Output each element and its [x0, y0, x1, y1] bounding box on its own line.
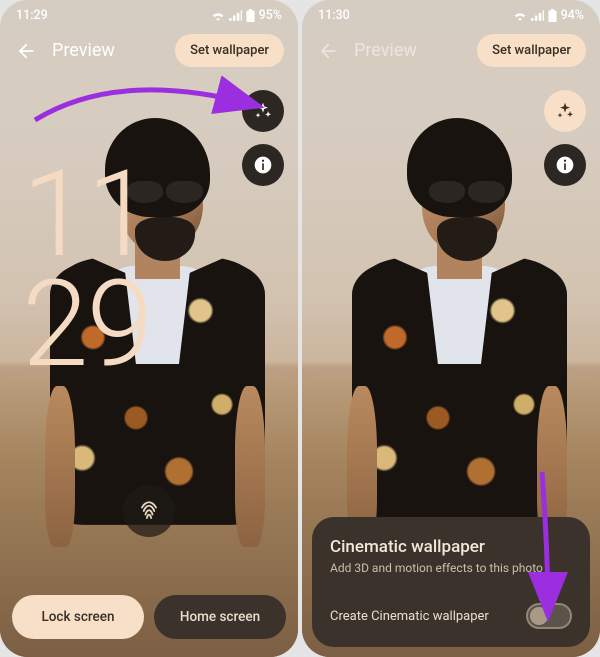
status-bar: 11:30 94% [302, 0, 600, 30]
battery-percent: 94% [561, 8, 584, 23]
back-button[interactable] [14, 39, 38, 63]
status-bar: 11:29 95% [0, 0, 298, 30]
sparkle-icon [555, 101, 575, 121]
status-time: 11:30 [318, 8, 350, 23]
sheet-subtitle: Add 3D and motion effects to this photo [330, 561, 572, 575]
clock-hours: 11 [22, 160, 151, 270]
cinematic-toggle[interactable] [526, 603, 572, 629]
action-column [242, 90, 284, 186]
signal-icon [229, 10, 242, 21]
fingerprint-icon [135, 497, 163, 525]
set-wallpaper-button[interactable]: Set wallpaper [477, 34, 586, 67]
battery-icon [246, 9, 255, 22]
status-time: 11:29 [16, 8, 48, 23]
tab-lock-screen[interactable]: Lock screen [12, 595, 144, 639]
wifi-icon [513, 10, 527, 21]
battery-percent: 95% [259, 8, 282, 23]
toggle-label: Create Cinematic wallpaper [330, 609, 489, 624]
battery-icon [548, 9, 557, 22]
screenshot-right: 11:30 94% Preview Set wallpaper Cinemati… [302, 0, 600, 657]
info-icon [555, 155, 575, 175]
sheet-title: Cinematic wallpaper [330, 537, 572, 557]
header: Preview Set wallpaper [0, 34, 298, 67]
info-button[interactable] [242, 144, 284, 186]
sparkle-icon [253, 101, 273, 121]
cinematic-sheet: Cinematic wallpaper Add 3D and motion ef… [312, 517, 590, 647]
header: Preview Set wallpaper [302, 34, 600, 67]
effects-button[interactable] [544, 90, 586, 132]
page-title: Preview [52, 40, 161, 61]
wifi-icon [211, 10, 225, 21]
back-arrow-icon [15, 40, 37, 62]
back-arrow-icon [317, 40, 339, 62]
fingerprint-button[interactable] [123, 485, 175, 537]
toggle-knob [530, 607, 548, 625]
info-button[interactable] [544, 144, 586, 186]
clock-minutes: 29 [22, 270, 151, 380]
info-icon [253, 155, 273, 175]
page-title: Preview [354, 40, 463, 61]
action-column [544, 90, 586, 186]
effects-button[interactable] [242, 90, 284, 132]
set-wallpaper-button[interactable]: Set wallpaper [175, 34, 284, 67]
tab-home-screen[interactable]: Home screen [154, 595, 286, 639]
lock-clock: 11 29 [22, 160, 151, 381]
signal-icon [531, 10, 544, 21]
screenshot-left: 11:29 95% Preview Set wallpaper 11 29 Lo… [0, 0, 298, 657]
preview-tabs: Lock screen Home screen [12, 595, 286, 639]
back-button[interactable] [316, 39, 340, 63]
